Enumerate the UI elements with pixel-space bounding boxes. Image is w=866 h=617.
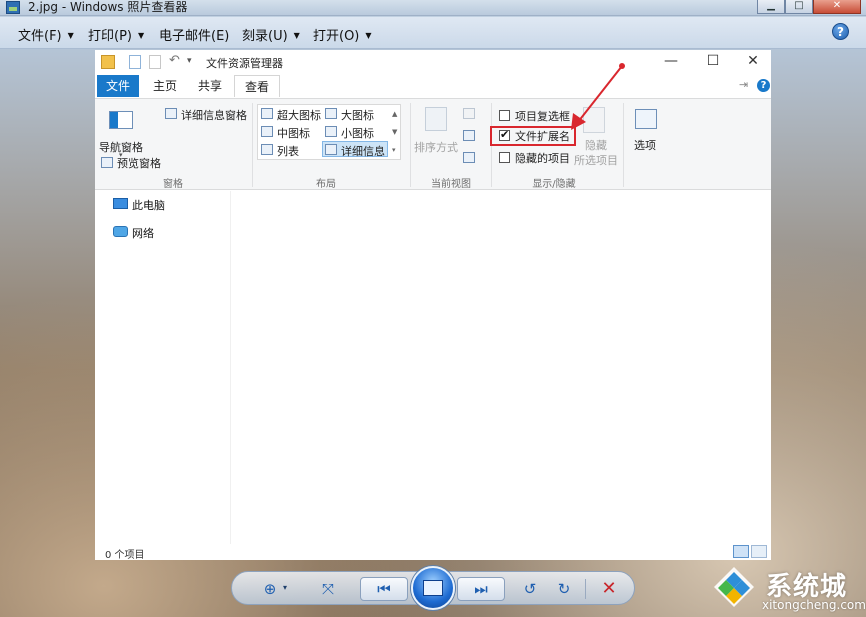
group-divider <box>623 103 624 187</box>
nav-item-network[interactable]: 网络 <box>132 225 154 241</box>
file-extensions-checkbox[interactable] <box>499 128 510 141</box>
menu-file[interactable]: 文件(F) ▼ <box>18 25 74 44</box>
minimize-button[interactable]: ▁ <box>757 0 785 14</box>
this-pc-icon <box>113 198 128 209</box>
viewer-window-title: 2.jpg - Windows 照片查看器 <box>28 0 188 14</box>
layout-small-icons[interactable]: 小图标 <box>341 125 374 141</box>
hidden-items-label: 隐藏的项目 <box>515 152 570 165</box>
nav-item-this-pc[interactable]: 此电脑 <box>132 197 165 213</box>
item-checkboxes-checkbox[interactable] <box>499 110 510 121</box>
hide-selected-button-line2: 所选项目 <box>574 154 618 167</box>
undo-icon[interactable]: ↶ <box>169 53 180 68</box>
next-icon: ⏭ <box>474 580 488 598</box>
pin-ribbon-icon[interactable]: ⇥ <box>739 78 748 91</box>
group-divider <box>252 103 253 187</box>
maximize-button[interactable]: □ <box>785 0 813 14</box>
options-icon <box>635 109 657 129</box>
file-list-area[interactable] <box>232 191 771 546</box>
medium-icons-icon <box>261 126 273 137</box>
ribbon-view-panel: 导航窗格 ▾ 详细信息窗格 预览窗格 窗格 超大图标 大图标 中图标 小图标 列… <box>95 98 771 190</box>
chevron-down-icon: ▼ <box>365 31 372 40</box>
explorer-close-button[interactable]: ✕ <box>743 53 763 69</box>
menu-email[interactable]: 电子邮件(E) <box>159 25 229 44</box>
status-bar: 0 个项目 <box>95 544 771 561</box>
add-columns-icon[interactable] <box>463 130 475 141</box>
group-label-panes: 窗格 <box>163 179 183 190</box>
toolbar-divider <box>585 579 586 599</box>
layout-details[interactable]: 详细信息 <box>341 143 385 159</box>
explorer-title-bar: ↶ ▾ 文件资源管理器 — ☐ ✕ <box>95 50 771 74</box>
quick-access-dropdown-icon[interactable]: ▾ <box>187 56 192 66</box>
hidden-items-checkbox[interactable] <box>499 152 510 163</box>
large-icons-view-toggle[interactable] <box>751 545 767 558</box>
explorer-window: ↶ ▾ 文件资源管理器 — ☐ ✕ 文件 主页 共享 查看 ⇥ ? 导航窗格 ▾… <box>95 50 771 561</box>
preview-pane-icon <box>101 157 113 168</box>
layout-list[interactable]: 列表 <box>277 143 299 159</box>
explorer-title: 文件资源管理器 <box>206 57 283 70</box>
tab-view[interactable]: 查看 <box>234 75 280 97</box>
help-icon[interactable]: ? <box>832 23 849 40</box>
group-label-current-view: 当前视图 <box>431 179 471 190</box>
group-by-icon[interactable] <box>463 108 475 119</box>
explorer-maximize-button[interactable]: ☐ <box>703 53 723 69</box>
explorer-minimize-button[interactable]: — <box>661 53 681 69</box>
hide-selected-button[interactable]: 隐藏 <box>585 137 607 153</box>
size-columns-icon[interactable] <box>463 152 475 163</box>
menu-burn[interactable]: 刻录(U) ▼ <box>242 25 300 44</box>
chevron-down-icon: ▼ <box>137 31 145 40</box>
layout-large-icons[interactable]: 大图标 <box>341 107 374 123</box>
navigation-pane: 此电脑 网络 <box>95 191 231 546</box>
menu-print[interactable]: 打印(P) ▼ <box>88 25 144 44</box>
watermark-logo <box>714 567 754 607</box>
layout-extra-large-icons[interactable]: 超大图标 <box>277 107 321 123</box>
close-button[interactable]: ✕ <box>813 0 861 14</box>
watermark-url: xitongcheng.com <box>762 598 866 612</box>
layout-scroll-arrows[interactable]: ▲ ▼ ▾ <box>392 105 397 159</box>
network-icon <box>113 226 128 237</box>
item-checkboxes-label: 项目复选框 <box>515 110 570 123</box>
previous-icon: ⏮ <box>377 580 391 598</box>
options-button[interactable]: 选项 <box>634 137 656 153</box>
chevron-down-icon: ▼ <box>293 31 300 40</box>
chevron-down-icon: ▼ <box>67 31 74 40</box>
details-view-toggle[interactable] <box>733 545 749 558</box>
hide-selected-icon <box>583 107 605 133</box>
group-divider <box>410 103 411 187</box>
item-count: 0 个项目 <box>105 550 145 561</box>
explorer-help-icon[interactable]: ? <box>757 79 770 92</box>
sort-by-icon <box>425 107 447 131</box>
slideshow-icon <box>423 580 443 596</box>
photo-viewer-app-icon <box>6 1 20 14</box>
menu-open[interactable]: 打开(O) ▼ <box>313 25 372 44</box>
layout-medium-icons[interactable]: 中图标 <box>277 125 310 141</box>
viewer-menu-bar: 文件(F) ▼ 打印(P) ▼ 电子邮件(E) 刻录(U) ▼ 打开(O) ▼ ? <box>0 17 866 49</box>
tab-file[interactable]: 文件 <box>97 75 139 97</box>
group-label-layout: 布局 <box>316 179 336 190</box>
details-pane-icon <box>165 108 177 119</box>
rotate-right-icon[interactable]: ↻ <box>552 579 576 599</box>
list-icon <box>261 144 273 155</box>
details-pane-button[interactable]: 详细信息窗格 <box>181 107 247 123</box>
tab-share[interactable]: 共享 <box>192 75 228 97</box>
tab-home[interactable]: 主页 <box>147 75 183 97</box>
rotate-left-icon[interactable]: ↺ <box>518 579 542 599</box>
large-icons-icon <box>325 108 337 119</box>
small-icons-icon <box>325 126 337 137</box>
file-extensions-label: 文件扩展名 <box>515 130 570 143</box>
zoom-icon[interactable]: ⊕ <box>258 579 282 599</box>
group-label-show-hide: 显示/隐藏 <box>532 179 576 190</box>
delete-icon[interactable]: ✕ <box>597 579 621 599</box>
actual-size-icon[interactable]: ⤧ <box>316 579 340 599</box>
preview-pane-button[interactable]: 预览窗格 <box>117 155 161 171</box>
details-icon <box>325 144 337 155</box>
properties-icon[interactable] <box>129 55 141 69</box>
viewer-title-bar: 2.jpg - Windows 照片查看器 ▁ □ ✕ <box>0 0 866 16</box>
folder-icon <box>101 55 115 69</box>
sort-by-button[interactable]: 排序方式 <box>414 139 458 155</box>
new-folder-icon[interactable] <box>149 55 161 69</box>
navigation-pane-icon <box>109 111 133 129</box>
ribbon-tabs: 文件 主页 共享 查看 ⇥ ? <box>95 75 771 97</box>
chevron-down-icon[interactable]: ▾ <box>283 583 287 592</box>
extra-large-icons-icon <box>261 108 273 119</box>
